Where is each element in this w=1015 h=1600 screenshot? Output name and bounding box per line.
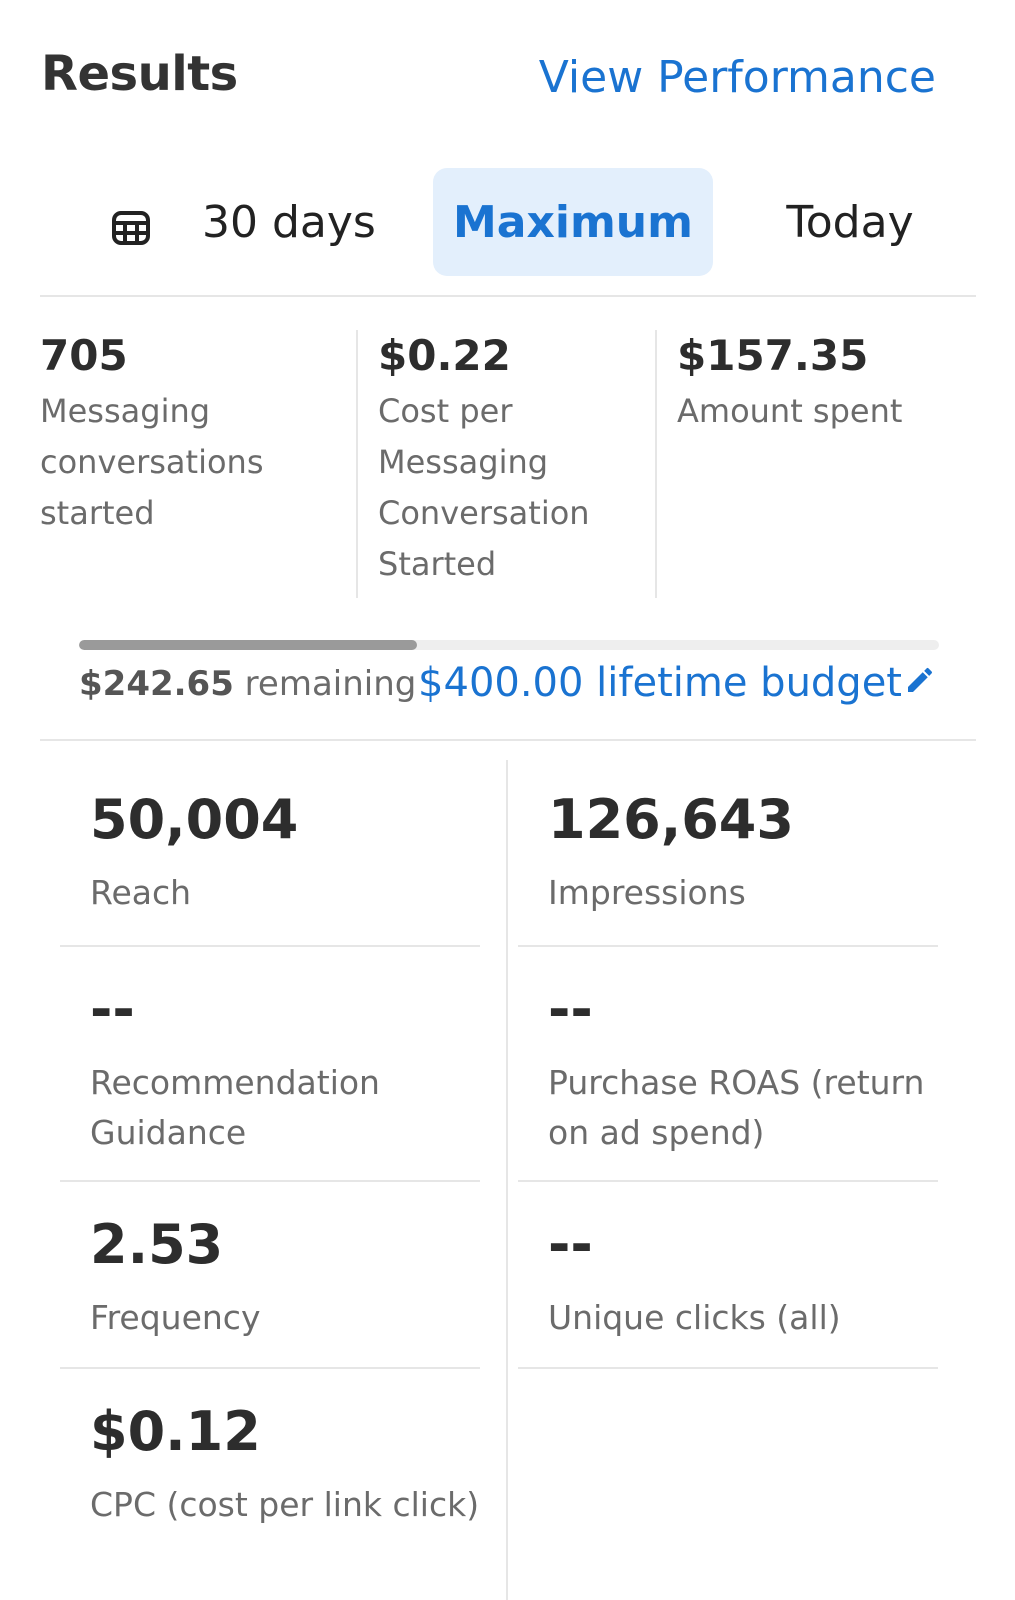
stat-cost-per-conversation: $0.22 Cost per Messaging Conversation St… bbox=[356, 330, 662, 598]
stat-value: 705 bbox=[40, 331, 128, 380]
row-divider bbox=[60, 1367, 480, 1369]
metric-value: -- bbox=[548, 978, 593, 1041]
page-title: Results bbox=[41, 46, 238, 102]
remaining-amount: $242.65 bbox=[79, 664, 234, 704]
stat-amount-spent: $157.35 Amount spent bbox=[655, 330, 955, 598]
stat-value: $0.22 bbox=[378, 331, 511, 380]
metric-value: $0.12 bbox=[90, 1400, 261, 1463]
row-divider bbox=[518, 1180, 938, 1182]
stat-label-line: Messaging bbox=[40, 392, 211, 430]
metric-label: Impressions bbox=[548, 873, 746, 912]
stat-value: $157.35 bbox=[677, 331, 869, 380]
stat-label-line: Conversation bbox=[378, 494, 590, 532]
metric-recommendation-guidance: -- Recommendation Guidance bbox=[60, 980, 480, 1158]
metric-label: Purchase ROAS (return on ad spend) bbox=[548, 1058, 938, 1158]
metric-unique-clicks: -- Unique clicks (all) bbox=[518, 1215, 938, 1343]
metric-purchase-roas: -- Purchase ROAS (return on ad spend) bbox=[518, 980, 938, 1158]
stat-messaging-conversations: 705 Messaging conversations started bbox=[40, 330, 340, 598]
metric-value: 2.53 bbox=[90, 1213, 224, 1276]
metric-impressions: 126,643 Impressions bbox=[518, 790, 938, 918]
divider bbox=[40, 739, 976, 741]
lifetime-budget-link[interactable]: $400.00 lifetime budget bbox=[418, 660, 936, 706]
budget-remaining: $242.65 remaining bbox=[79, 664, 416, 704]
metric-frequency: 2.53 Frequency bbox=[60, 1215, 480, 1343]
stat-label-line: conversations bbox=[40, 443, 264, 481]
stat-label-line: started bbox=[40, 494, 155, 532]
calendar-icon bbox=[112, 205, 150, 245]
metric-label: Unique clicks (all) bbox=[548, 1298, 841, 1337]
summary-stats: 705 Messaging conversations started $0.2… bbox=[40, 330, 976, 598]
pencil-edit-icon bbox=[902, 660, 936, 706]
lifetime-budget-label: $400.00 lifetime budget bbox=[418, 660, 902, 706]
metric-value: -- bbox=[548, 1213, 593, 1276]
metric-label-line: on ad spend) bbox=[548, 1113, 765, 1152]
row-divider bbox=[60, 1180, 480, 1182]
tab-30-days[interactable]: 30 days bbox=[100, 168, 400, 276]
metric-label: Reach bbox=[90, 873, 192, 912]
metric-label: CPC (cost per link click) bbox=[90, 1485, 480, 1524]
metric-label-line: Recommendation bbox=[90, 1063, 380, 1102]
tab-30-days-label: 30 days bbox=[202, 196, 376, 248]
results-header: Results View Performance bbox=[0, 0, 1015, 150]
tab-maximum[interactable]: Maximum bbox=[433, 168, 713, 276]
metric-label: Recommendation Guidance bbox=[90, 1058, 480, 1158]
metric-label-line: Guidance bbox=[90, 1113, 247, 1152]
row-divider bbox=[60, 945, 480, 947]
divider bbox=[40, 295, 976, 297]
metric-label-line: Purchase ROAS (return bbox=[548, 1063, 925, 1102]
metric-value: 50,004 bbox=[90, 788, 299, 851]
stat-label-line: Messaging bbox=[378, 443, 549, 481]
stat-label-line: Started bbox=[378, 545, 497, 583]
budget-progress-bar bbox=[79, 640, 939, 650]
budget-progress-fill bbox=[79, 640, 418, 650]
view-performance-link[interactable]: View Performance bbox=[539, 52, 936, 103]
stat-label-line: Cost per bbox=[378, 392, 513, 430]
metrics-grid: 50,004 Reach 126,643 Impressions -- Reco… bbox=[40, 760, 976, 1600]
metric-reach: 50,004 Reach bbox=[60, 790, 480, 918]
tab-today[interactable]: Today bbox=[760, 168, 940, 276]
row-divider bbox=[518, 1367, 938, 1369]
metric-label: Frequency bbox=[90, 1298, 261, 1337]
row-divider bbox=[518, 945, 938, 947]
metric-value: -- bbox=[90, 978, 135, 1041]
column-divider bbox=[506, 760, 508, 1600]
metric-cpc: $0.12 CPC (cost per link click) bbox=[60, 1402, 480, 1530]
date-range-tabs: 30 days Maximum Today bbox=[0, 168, 1015, 278]
remaining-text: remaining bbox=[244, 664, 417, 704]
stat-label-line: Amount spent bbox=[677, 392, 903, 430]
metric-value: 126,643 bbox=[548, 788, 794, 851]
